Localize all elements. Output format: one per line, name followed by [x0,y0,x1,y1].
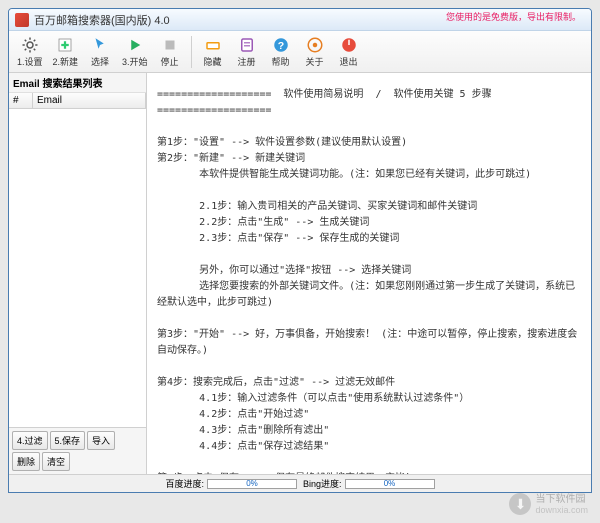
help-content: =================== 软件使用简易说明 / 软件使用关键 5 … [147,73,591,474]
settings-button[interactable]: 1.设置 [13,34,47,70]
baidu-progress-wrap: 百度进度: 0% [165,477,297,490]
about-icon [306,36,324,54]
help-icon: ? [272,36,290,54]
register-label: 注册 [238,55,256,68]
left-btn-1[interactable]: 5.保存 [50,431,86,450]
toolbar-separator [191,36,192,68]
app-window: 百万邮箱搜索器(国内版) 4.0 您使用的是免费版，导出有限制。 1.设置 2.新… [8,8,592,493]
bing-label: Bing进度: [303,477,342,490]
watermark-text: 当下软件园 [535,494,588,505]
about-label: 关于 [306,55,324,68]
new-button[interactable]: 2.新建 [49,34,83,70]
select-button[interactable]: 选择 [84,34,116,70]
hide-icon [204,36,222,54]
watermark-url: downxia.com [535,505,588,515]
exit-button[interactable]: 退出 [333,34,365,70]
main-body: Email 搜索结果列表 # Email 4.过滤5.保存导入删除清空 ====… [9,73,591,474]
col-email[interactable]: Email [33,93,146,108]
start-label: 3.开始 [122,55,148,68]
results-header: Email 搜索结果列表 [9,73,146,93]
baidu-label: 百度进度: [165,477,204,490]
left-btn-3[interactable]: 删除 [12,452,40,471]
stop-label: 停止 [161,55,179,68]
svg-text:?: ? [277,39,283,51]
hide-label: 隐藏 [204,55,222,68]
left-btn-4[interactable]: 清空 [42,452,70,471]
col-index[interactable]: # [9,93,33,108]
bing-progress-bar: 0% [345,479,435,489]
watermark: ⬇ 当下软件园 downxia.com [509,493,588,515]
toolbar: 1.设置 2.新建选择 3.开始停止 隐藏 注册? 帮助 关于 退出 [9,31,591,73]
settings-label: 1.设置 [17,55,43,68]
plus-icon [56,36,74,54]
baidu-progress-bar: 0% [207,479,297,489]
register-button[interactable]: 注册 [231,34,263,70]
free-version-notice: 您使用的是免费版，导出有限制。 [446,12,581,23]
bing-pct: 0% [346,479,434,488]
download-icon: ⬇ [509,493,531,515]
hide-button[interactable]: 隐藏 [197,34,229,70]
stop-button[interactable]: 停止 [154,34,186,70]
about-button[interactable]: 关于 [299,34,331,70]
results-list[interactable] [9,109,146,427]
cursor-icon [91,36,109,54]
help-button[interactable]: ? 帮助 [265,34,297,70]
select-label: 选择 [91,55,109,68]
reg-icon [238,36,256,54]
bing-progress-wrap: Bing进度: 0% [303,477,435,490]
start-button[interactable]: 3.开始 [118,34,152,70]
help-label: 帮助 [272,55,290,68]
status-bar: 百度进度: 0% Bing进度: 0% [9,474,591,492]
new-label: 2.新建 [53,55,79,68]
left-btn-2[interactable]: 导入 [87,431,115,450]
window-title: 百万邮箱搜索器(国内版) 4.0 [34,12,170,28]
exit-icon [340,36,358,54]
baidu-pct: 0% [208,479,296,488]
stop-icon [161,36,179,54]
gear-icon [21,36,39,54]
results-columns: # Email [9,93,146,109]
play-icon [126,36,144,54]
exit-label: 退出 [340,55,358,68]
left-buttons: 4.过滤5.保存导入删除清空 [9,427,146,474]
left-panel: Email 搜索结果列表 # Email 4.过滤5.保存导入删除清空 [9,73,147,474]
app-icon [15,13,29,27]
left-btn-0[interactable]: 4.过滤 [12,431,48,450]
